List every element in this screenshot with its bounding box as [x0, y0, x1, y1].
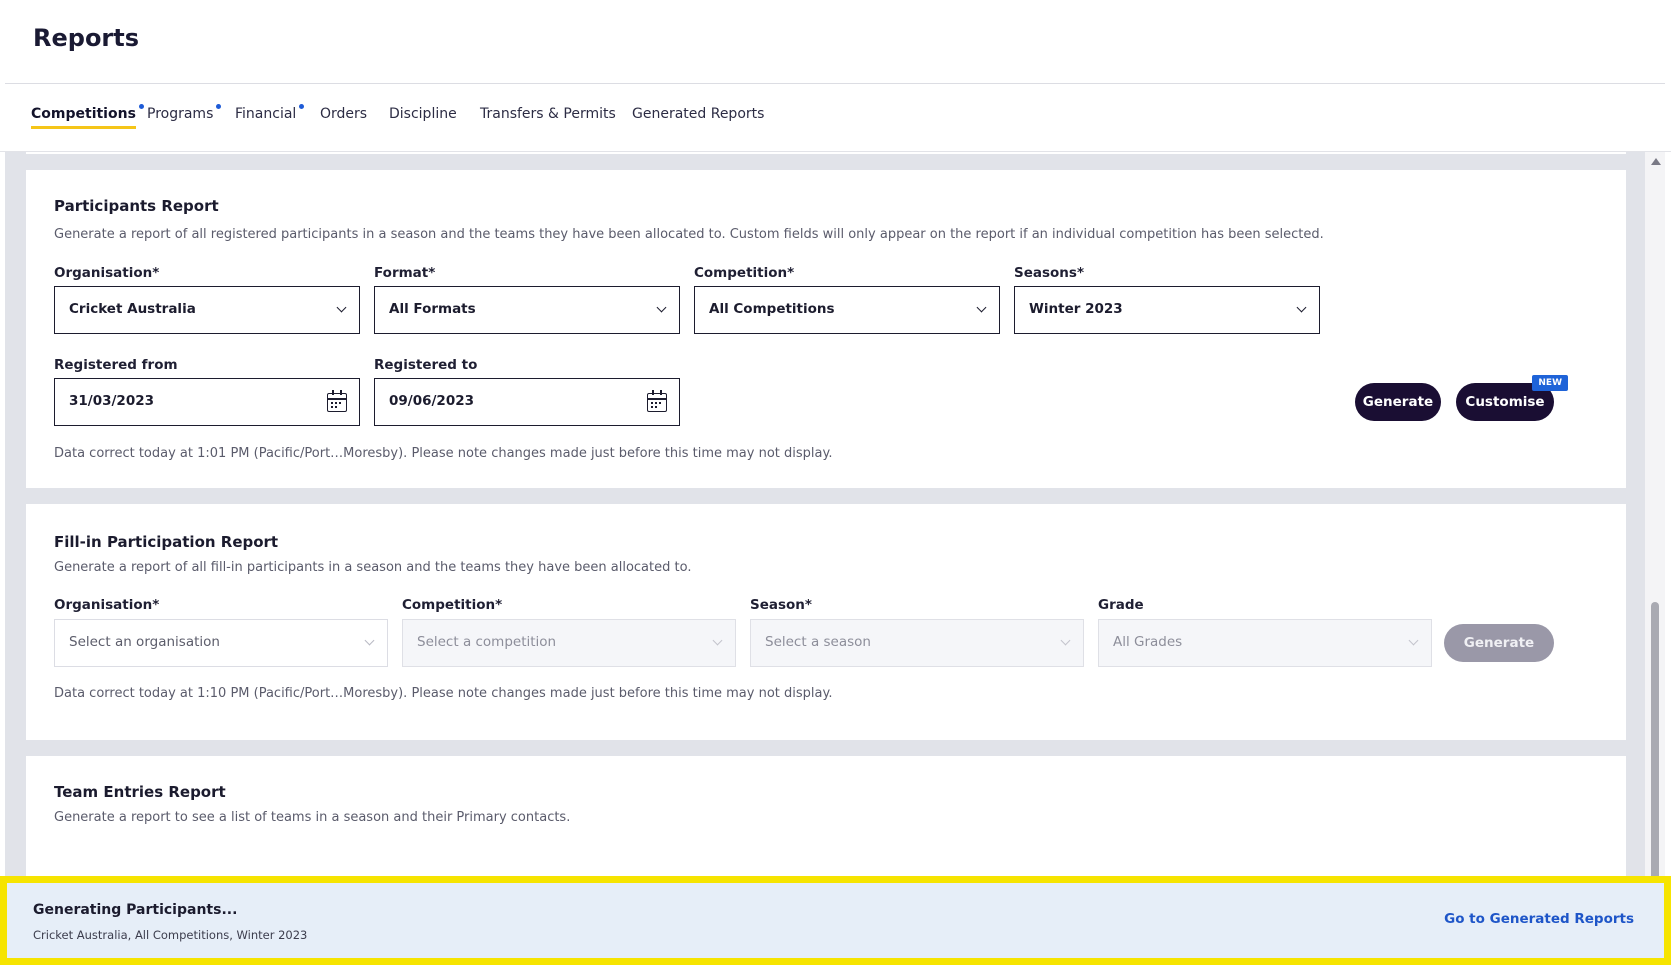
competition-label: Competition*: [694, 265, 795, 281]
season-select[interactable]: Select a season: [750, 619, 1084, 667]
card-title: Fill-in Participation Report: [54, 533, 279, 551]
grade-select[interactable]: All Grades: [1098, 619, 1432, 667]
tab-financial[interactable]: Financial: [235, 104, 305, 122]
chevron-down-icon: [976, 302, 987, 313]
competition-select[interactable]: Select a competition: [402, 619, 736, 667]
tab-label: Financial: [235, 106, 297, 122]
tab-orders[interactable]: Orders: [320, 106, 367, 122]
competition-placeholder: Select a competition: [417, 634, 557, 650]
data-timestamp-note: Data correct today at 1:01 PM (Pacific/P…: [54, 446, 833, 461]
card-description: Generate a report of all fill-in partici…: [54, 560, 692, 575]
notification-dot: [138, 104, 144, 109]
card-description: Generate a report of all registered part…: [54, 227, 1324, 242]
toast-subtitle: Cricket Australia, All Competitions, Win…: [33, 928, 308, 942]
tab-label: Generated Reports: [632, 106, 765, 122]
grade-placeholder: All Grades: [1113, 634, 1183, 650]
toast-title: Generating Participants...: [33, 902, 238, 918]
competition-select[interactable]: All Competitions: [694, 286, 1000, 334]
registered-to-value: 09/06/2023: [389, 393, 475, 409]
tab-programs[interactable]: Programs: [147, 104, 222, 122]
card-title: Team Entries Report: [54, 783, 226, 801]
chevron-down-icon: [336, 302, 347, 313]
tab-label: Programs: [147, 106, 214, 122]
tab-transfers-permits[interactable]: Transfers & Permits: [480, 106, 616, 122]
format-select[interactable]: All Formats: [374, 286, 680, 334]
new-badge: NEW: [1532, 375, 1568, 391]
tab-label: Competitions: [31, 106, 136, 122]
toast-highlight-frame: Generating Participants... Cricket Austr…: [0, 876, 1671, 965]
page-header: Reports: [0, 0, 1671, 84]
seasons-label: Seasons*: [1014, 265, 1085, 281]
organisation-placeholder: Select an organisation: [69, 634, 220, 650]
registered-to-label: Registered to: [374, 357, 478, 373]
customise-label: Customise: [1465, 394, 1545, 410]
card-title: Participants Report: [54, 197, 219, 215]
chevron-down-icon: [1060, 635, 1071, 646]
previous-card-edge: [26, 152, 1626, 154]
notification-dot: [299, 104, 305, 109]
grade-label: Grade: [1098, 597, 1144, 613]
go-to-generated-reports-link[interactable]: Go to Generated Reports: [1444, 911, 1634, 927]
format-label: Format*: [374, 265, 436, 281]
generating-toast: Generating Participants... Cricket Austr…: [0, 876, 1671, 965]
registered-to-date-input[interactable]: 09/06/2023: [374, 378, 680, 426]
calendar-icon[interactable]: [327, 390, 347, 412]
organisation-label: Organisation*: [54, 265, 160, 281]
reports-content: Participants Report Generate a report of…: [5, 152, 1645, 965]
season-label: Season*: [750, 597, 812, 613]
customise-button[interactable]: Customise NEW: [1456, 375, 1568, 421]
seasons-value: Winter 2023: [1029, 301, 1123, 317]
chevron-down-icon: [1296, 302, 1307, 313]
card-description: Generate a report to see a list of teams…: [54, 810, 571, 825]
organisation-select[interactable]: Cricket Australia: [54, 286, 360, 334]
tab-generated-reports[interactable]: Generated Reports: [632, 106, 764, 122]
calendar-icon[interactable]: [647, 390, 667, 412]
competition-label: Competition*: [402, 597, 503, 613]
seasons-select[interactable]: Winter 2023: [1014, 286, 1320, 334]
format-value: All Formats: [389, 301, 476, 317]
participants-report-card: Participants Report Generate a report of…: [26, 170, 1626, 488]
page-title: Reports: [33, 24, 140, 52]
registered-from-label: Registered from: [54, 357, 178, 373]
registered-from-date-input[interactable]: 31/03/2023: [54, 378, 360, 426]
registered-from-value: 31/03/2023: [69, 393, 155, 409]
generate-button[interactable]: Generate: [1444, 624, 1554, 662]
competition-value: All Competitions: [709, 301, 835, 317]
tab-competitions[interactable]: Competitions: [31, 104, 144, 129]
organisation-label: Organisation*: [54, 597, 160, 613]
notification-dot: [216, 104, 222, 109]
tab-label: Transfers & Permits: [480, 106, 616, 122]
tab-bar: Competitions Programs Financial Orders D…: [0, 84, 1671, 152]
chevron-down-icon: [364, 635, 375, 646]
chevron-down-icon: [712, 635, 723, 646]
tab-label: Discipline: [389, 106, 457, 122]
data-timestamp-note: Data correct today at 1:10 PM (Pacific/P…: [54, 686, 833, 701]
generate-button[interactable]: Generate: [1355, 383, 1441, 421]
organisation-select[interactable]: Select an organisation: [54, 619, 388, 667]
vertical-scrollbar[interactable]: [1645, 152, 1665, 965]
season-placeholder: Select a season: [765, 634, 871, 650]
tab-discipline[interactable]: Discipline: [389, 106, 457, 122]
fillin-report-card: Fill-in Participation Report Generate a …: [26, 504, 1626, 740]
chevron-down-icon: [656, 302, 667, 313]
organisation-value: Cricket Australia: [69, 301, 196, 317]
chevron-down-icon: [1408, 635, 1419, 646]
tab-label: Orders: [320, 106, 368, 122]
scroll-up-arrow-icon[interactable]: [1651, 158, 1661, 165]
